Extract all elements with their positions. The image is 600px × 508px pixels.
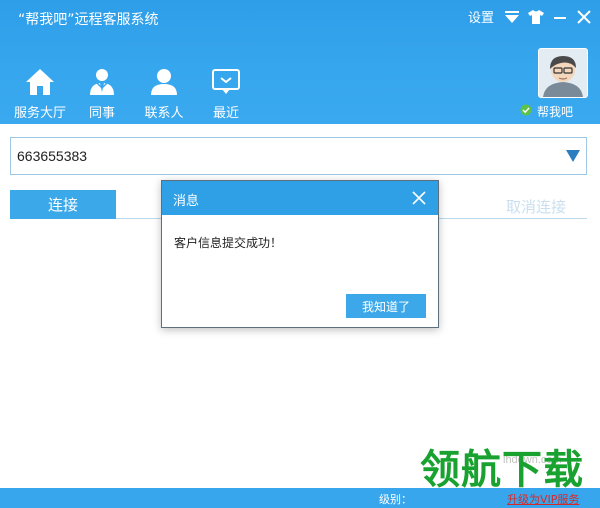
dialog-header: 消息	[162, 181, 438, 215]
contact-icon	[147, 66, 181, 96]
home-icon	[23, 66, 57, 96]
partner-id-input[interactable]	[11, 138, 551, 174]
main-nav: 服务大厅 同事 联系人 最近	[10, 66, 258, 121]
window-controls: 设置	[468, 7, 592, 26]
dialog-close-icon[interactable]	[411, 190, 427, 206]
watermark-logo: 领航下载	[420, 447, 584, 493]
recent-chat-icon	[209, 66, 243, 96]
online-check-icon	[520, 104, 532, 119]
dropdown-menu-icon[interactable]	[504, 9, 520, 25]
nav-item-service-hall[interactable]: 服务大厅	[10, 66, 70, 121]
nav-item-contacts[interactable]: 联系人	[134, 66, 194, 121]
app-header: “帮我吧”远程客服系统 设置 服务大厅 同事 联系人 最近 帮我吧	[0, 0, 600, 124]
settings-link[interactable]: 设置	[468, 7, 494, 26]
nav-item-recent[interactable]: 最近	[196, 66, 256, 121]
cancel-connection-button[interactable]: 取消连接	[506, 196, 566, 217]
upgrade-vip-link[interactable]: 升级为VIP服务	[507, 491, 579, 507]
colleague-icon	[85, 66, 119, 96]
minimize-icon[interactable]	[552, 9, 568, 25]
brand-status: 帮我吧	[520, 103, 573, 120]
nav-item-colleague[interactable]: 同事	[72, 66, 132, 121]
skin-shirt-icon[interactable]	[528, 9, 544, 25]
chevron-down-icon[interactable]	[566, 150, 580, 166]
status-bar: 级别： 升级为VIP服务	[0, 488, 600, 508]
brand-label: 帮我吧	[537, 105, 574, 119]
dialog-title: 消息	[173, 194, 200, 209]
message-dialog: 消息 客户信息提交成功！ 我知道了	[161, 180, 439, 328]
dialog-message: 客户信息提交成功！	[174, 236, 283, 250]
partner-id-combobox[interactable]	[10, 137, 587, 175]
app-title: “帮我吧”远程客服系统	[18, 12, 159, 28]
dialog-ok-button[interactable]: 我知道了	[346, 294, 426, 318]
close-icon[interactable]	[576, 9, 592, 25]
avatar[interactable]	[538, 48, 588, 98]
connect-button[interactable]: 连接	[10, 190, 116, 219]
level-label: 级别：	[379, 493, 412, 506]
